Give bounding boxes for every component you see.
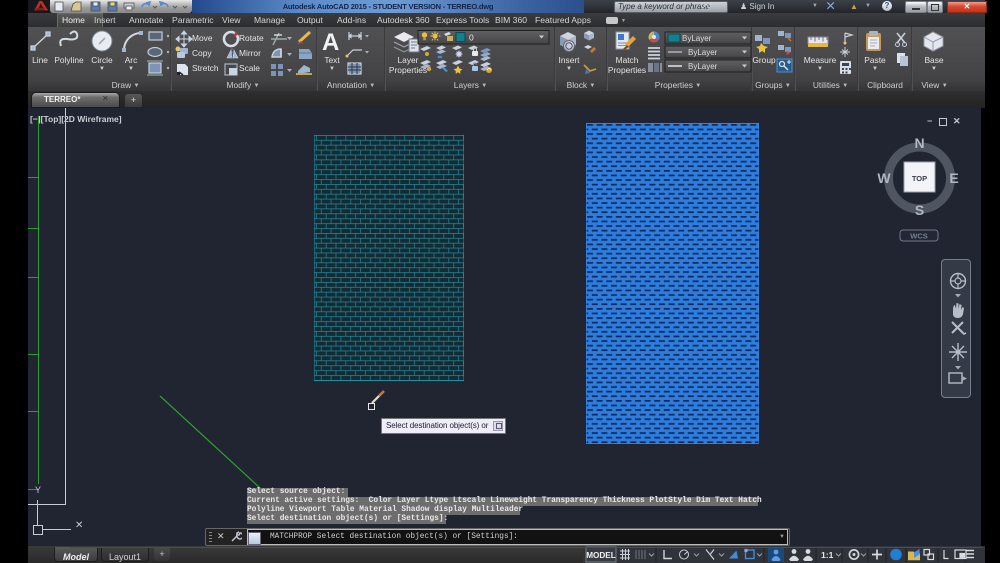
svg-text:E: E [949, 170, 958, 186]
svg-text:S: S [915, 202, 924, 218]
svg-text:W: W [877, 170, 891, 186]
svg-text:N: N [914, 135, 924, 151]
svg-text:ByLayer: ByLayer [682, 34, 712, 43]
svg-text:MODEL: MODEL [586, 551, 616, 560]
svg-text:ByLayer: ByLayer [688, 48, 718, 57]
svg-text:TOP: TOP [912, 174, 927, 183]
svg-text:0: 0 [469, 33, 474, 43]
svg-text:ByLayer: ByLayer [688, 62, 718, 71]
svg-text:A: A [322, 29, 339, 56]
svg-text:1:1: 1:1 [821, 550, 834, 560]
svg-text:WCS: WCS [910, 232, 928, 241]
